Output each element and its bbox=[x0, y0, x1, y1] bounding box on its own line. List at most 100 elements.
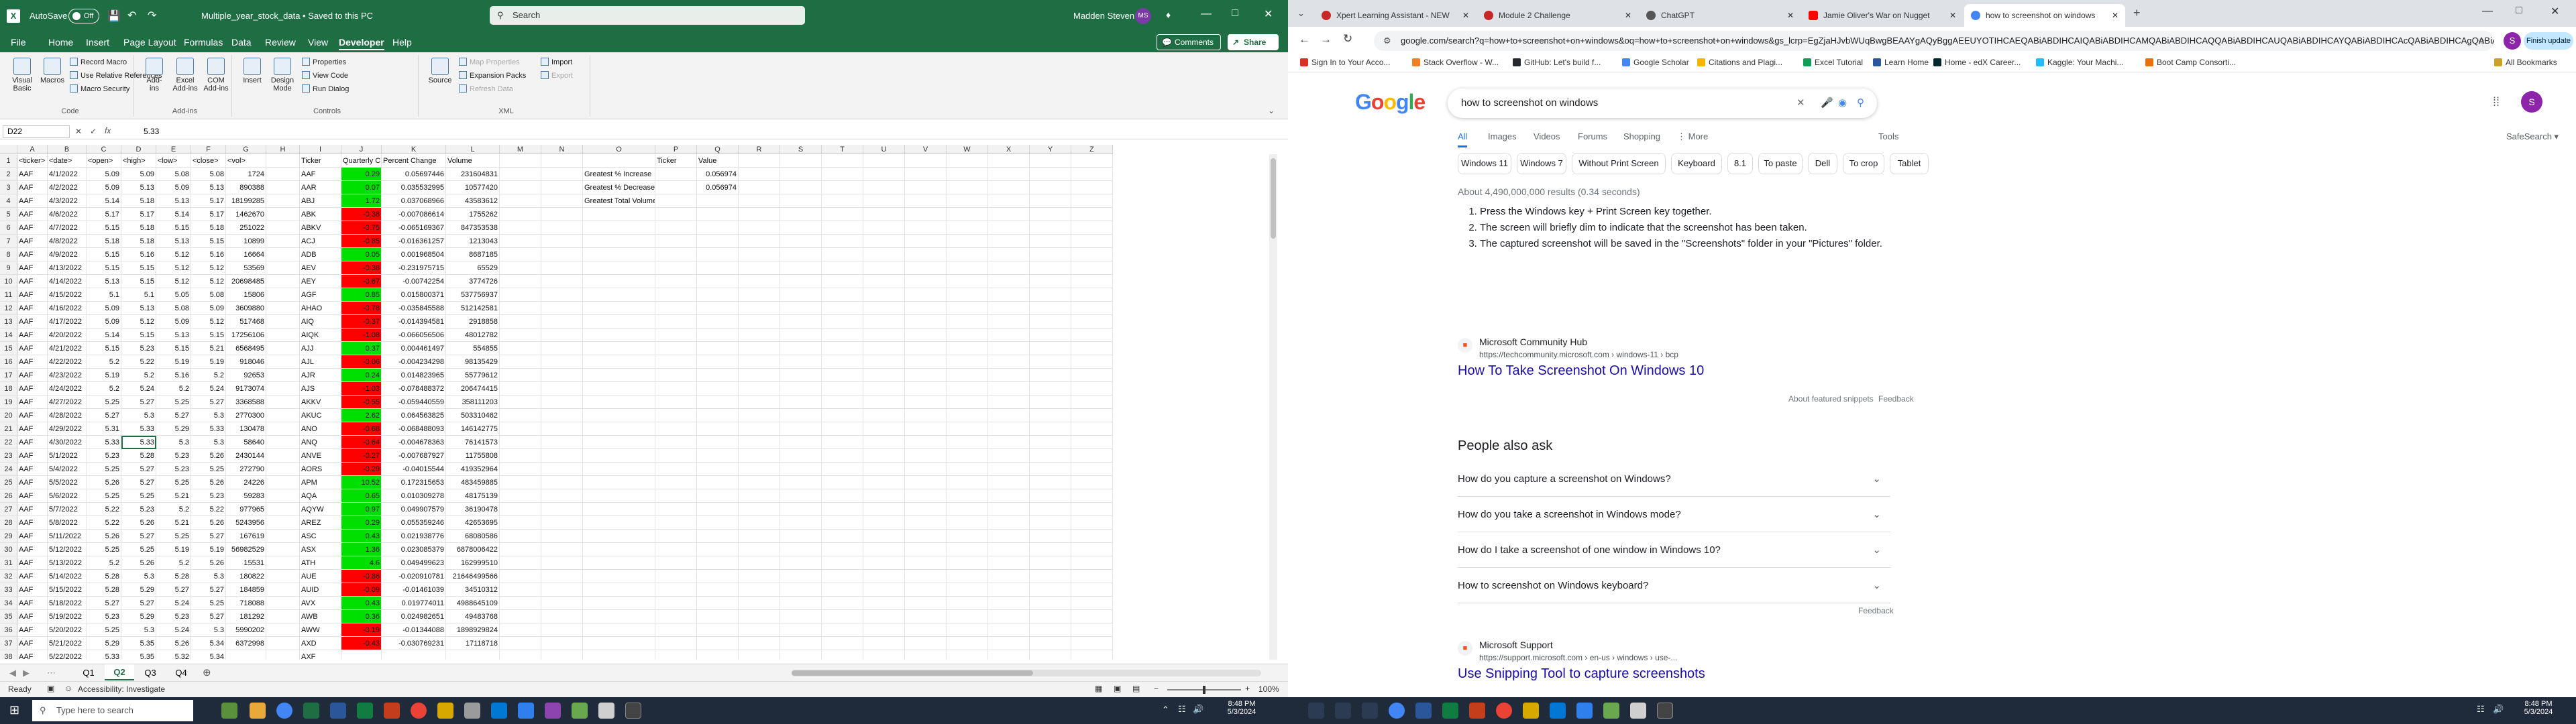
sheet-cell[interactable] bbox=[822, 369, 863, 382]
sheet-cell[interactable]: -0.68 bbox=[341, 422, 382, 436]
sheet-cell[interactable]: 5.27 bbox=[121, 597, 156, 610]
address-bar[interactable]: ⚙ google.com/search?q=how+to+screenshot+o… bbox=[1374, 31, 2494, 51]
sheet-cell[interactable] bbox=[1030, 181, 1071, 194]
reload-icon[interactable]: ↻ bbox=[1343, 32, 1352, 46]
sheet-cell[interactable] bbox=[947, 302, 988, 315]
sheet-cell[interactable]: 2430144 bbox=[226, 449, 266, 463]
sheet-cell[interactable] bbox=[697, 436, 739, 449]
sheet-cell[interactable] bbox=[1071, 409, 1113, 422]
sheet-cell[interactable] bbox=[500, 570, 541, 583]
sheet-cell[interactable]: 5.3 bbox=[156, 436, 191, 449]
voice-search-icon[interactable]: 🎤 bbox=[1821, 88, 1833, 118]
row-header[interactable]: 28 bbox=[0, 516, 17, 530]
sheet-cell[interactable] bbox=[988, 530, 1030, 543]
sheet-cell[interactable] bbox=[266, 476, 300, 489]
sheet-cell[interactable] bbox=[780, 355, 822, 369]
sheet-cell[interactable]: 4/2/2022 bbox=[48, 181, 87, 194]
sheet-cell[interactable] bbox=[988, 208, 1030, 221]
sheet-cell[interactable]: -0.09 bbox=[341, 583, 382, 597]
addins-button[interactable]: Add-ins bbox=[142, 58, 166, 93]
sheet-cell[interactable] bbox=[1071, 597, 1113, 610]
sheet-cell[interactable] bbox=[1030, 530, 1071, 543]
sheet-cell[interactable]: 2918858 bbox=[446, 315, 500, 328]
sheet-cell[interactable]: 10.52 bbox=[341, 476, 382, 489]
sheet-cell[interactable]: 5/15/2022 bbox=[48, 583, 87, 597]
sheet-cell[interactable] bbox=[947, 328, 988, 342]
sheet-cell[interactable] bbox=[739, 623, 780, 637]
view-code-button[interactable]: View Code bbox=[302, 71, 348, 80]
sheet-cell[interactable] bbox=[1030, 556, 1071, 570]
sheet-cell[interactable]: 5.33 bbox=[87, 436, 121, 449]
sheet-cell[interactable] bbox=[780, 261, 822, 275]
sheet-cell[interactable]: -0.035845588 bbox=[382, 302, 446, 315]
sheet-cell[interactable]: 5.25 bbox=[156, 396, 191, 409]
sheet-cell[interactable] bbox=[226, 650, 266, 660]
row-header[interactable]: 5 bbox=[0, 208, 17, 221]
sheet-cell[interactable] bbox=[583, 623, 655, 637]
sheet-cell[interactable]: 6568495 bbox=[226, 342, 266, 355]
sheet-cell[interactable] bbox=[500, 476, 541, 489]
sheet-cell[interactable] bbox=[822, 597, 863, 610]
sheet-cell[interactable]: <open> bbox=[87, 154, 121, 168]
sheet-cell[interactable] bbox=[583, 221, 655, 235]
sheet-cell[interactable] bbox=[988, 302, 1030, 315]
sheet-cell[interactable] bbox=[583, 503, 655, 516]
sheet-cell[interactable]: -0.75 bbox=[341, 221, 382, 235]
taskbar-search-input[interactable]: ⚲ Type here to search bbox=[32, 700, 193, 721]
sheet-cell[interactable]: Greatest % Decrease bbox=[583, 181, 655, 194]
search-tab-all[interactable]: All bbox=[1458, 131, 1468, 147]
sheet-cell[interactable] bbox=[988, 503, 1030, 516]
sheet-cell[interactable]: 0.36 bbox=[341, 610, 382, 623]
sheet-cell[interactable] bbox=[500, 436, 541, 449]
sheet-cell[interactable] bbox=[822, 463, 863, 476]
sheet-cell[interactable] bbox=[541, 650, 583, 660]
sheet-cell[interactable]: AAF bbox=[17, 543, 48, 556]
sheet-cell[interactable] bbox=[655, 302, 697, 315]
row-header[interactable]: 21 bbox=[0, 422, 17, 436]
sheet-cell[interactable] bbox=[583, 449, 655, 463]
sheet-cell[interactable] bbox=[500, 409, 541, 422]
sheet-cell[interactable]: AAF bbox=[17, 302, 48, 315]
sheet-cell[interactable] bbox=[697, 597, 739, 610]
sheet-cell[interactable]: 0.023085379 bbox=[382, 543, 446, 556]
sheet-cell[interactable] bbox=[988, 637, 1030, 650]
sheet-cell[interactable]: 5/4/2022 bbox=[48, 463, 87, 476]
sheet-cell[interactable]: 15531 bbox=[226, 556, 266, 570]
column-header[interactable]: J bbox=[341, 145, 382, 154]
column-header[interactable]: W bbox=[947, 145, 988, 154]
sheet-cell[interactable]: 5.27 bbox=[87, 597, 121, 610]
sheet-cell[interactable] bbox=[780, 543, 822, 556]
sheet-cell[interactable]: AAF bbox=[17, 637, 48, 650]
column-header[interactable]: R bbox=[739, 145, 780, 154]
sheet-cell[interactable] bbox=[500, 181, 541, 194]
sheet-cell[interactable]: ABJ bbox=[300, 194, 341, 208]
word-icon[interactable] bbox=[1415, 703, 1432, 719]
column-header[interactable]: A bbox=[17, 145, 48, 154]
sheet-cell[interactable] bbox=[905, 530, 947, 543]
sheet-cell[interactable] bbox=[697, 261, 739, 275]
sheet-cell[interactable] bbox=[739, 637, 780, 650]
sheet-cell[interactable] bbox=[863, 409, 905, 422]
sheet-cell[interactable]: 5.15 bbox=[191, 328, 226, 342]
sheet-cell[interactable] bbox=[780, 637, 822, 650]
sheet-cell[interactable] bbox=[988, 463, 1030, 476]
sheet-cell[interactable]: Greatest % Increase bbox=[583, 168, 655, 181]
sheet-cell[interactable]: 5.27 bbox=[121, 463, 156, 476]
sheet-cell[interactable]: 5.31 bbox=[87, 422, 121, 436]
forward-icon[interactable]: → bbox=[1320, 33, 1332, 46]
sheet-cell[interactable] bbox=[1071, 328, 1113, 342]
terminal-icon[interactable] bbox=[518, 703, 534, 719]
sheet-cell[interactable]: 3774726 bbox=[446, 275, 500, 288]
sheet-cell[interactable]: 5.12 bbox=[191, 315, 226, 328]
sheet-cell[interactable] bbox=[655, 422, 697, 436]
sheet-cell[interactable]: AAF bbox=[17, 570, 48, 583]
sheet-cell[interactable] bbox=[863, 168, 905, 181]
sheet-cell[interactable]: 5.09 bbox=[87, 181, 121, 194]
record-macro-button[interactable]: Record Macro bbox=[70, 58, 127, 66]
sheet-cell[interactable]: 5.13 bbox=[156, 235, 191, 248]
sheet-cell[interactable] bbox=[905, 288, 947, 302]
search-tab-more[interactable]: ⋮ More bbox=[1677, 131, 1708, 142]
sheet-cell[interactable]: 4/24/2022 bbox=[48, 382, 87, 396]
sheet-cell[interactable] bbox=[988, 168, 1030, 181]
sheet-cell[interactable] bbox=[500, 650, 541, 660]
